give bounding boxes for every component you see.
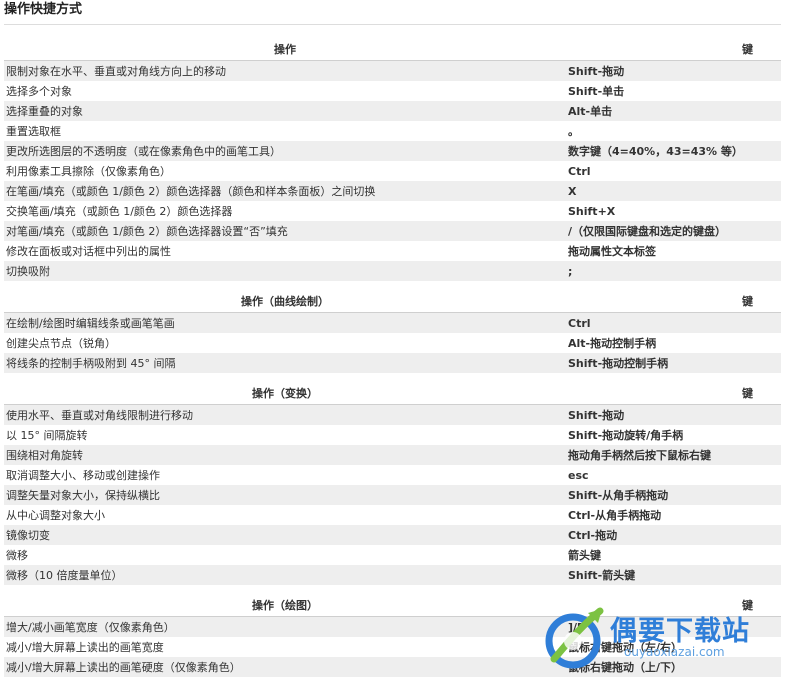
action-cell: 重置选取框 xyxy=(6,125,61,138)
column-header-action: 操作 xyxy=(274,43,296,56)
action-cell: 在绘制/绘图时编辑线条或画笔笔画 xyxy=(6,317,175,330)
key-cell: /（仅限国际键盘和选定的键盘） xyxy=(568,225,727,238)
action-cell: 切换吸附 xyxy=(6,265,50,278)
column-header-key: 键 xyxy=(742,295,753,308)
table-row: 选择重叠的对象 Alt-单击 xyxy=(4,101,781,121)
column-header-action: 操作（绘图） xyxy=(252,599,318,612)
table-row: 切换吸附; xyxy=(4,261,781,281)
action-cell: 调整矢量对象大小，保持纵横比 xyxy=(6,489,160,502)
key-cell: Alt-拖动控制手柄 xyxy=(568,337,657,350)
key-cell: 数字键（4=40%，43=43% 等） xyxy=(568,145,743,158)
action-cell: 以 15° 间隔旋转 xyxy=(6,429,88,442)
page-title: 操作快捷方式 xyxy=(4,2,83,17)
table-row: 重置选取框 。 xyxy=(4,121,781,141)
key-cell: Shift-拖动控制手柄 xyxy=(568,357,669,370)
key-cell: Ctrl-拖动 xyxy=(568,529,618,542)
watermark-url: ouyaoxiazai.com xyxy=(624,645,725,659)
action-cell: 将线条的控制手柄吸附到 45° 间隔 xyxy=(6,357,176,370)
table-row: 微移（10 倍度量单位） Shift-箭头键 xyxy=(4,565,781,585)
table-row: 从中心调整对象大小 Ctrl-从角手柄拖动 xyxy=(4,505,781,525)
watermark: 偶要下载站 ouyaoxiazai.com xyxy=(540,605,785,671)
table-header: 操作 键 xyxy=(4,38,781,61)
key-cell: Ctrl-从角手柄拖动 xyxy=(568,509,662,522)
action-cell: 围绕相对角旋转 xyxy=(6,449,83,462)
action-cell: 微移（10 倍度量单位） xyxy=(6,569,123,582)
table-row: 利用像素工具擦除（仅像素角色） Ctrl xyxy=(4,161,781,181)
key-cell: Shift-箭头键 xyxy=(568,569,636,582)
table-row: 以 15° 间隔旋转 Shift-拖动旋转/角手柄 xyxy=(4,425,781,445)
column-header-key: 键 xyxy=(742,43,753,56)
table-row: 限制对象在水平、垂直或对角线方向上的移动 Shift-拖动 xyxy=(4,61,781,81)
key-cell: Shift-从角手柄拖动 xyxy=(568,489,669,502)
table-row: 在笔画/填充（或颜色 1/颜色 2）颜色选择器（颜色和样本条面板）之间切换 X xyxy=(4,181,781,201)
column-header-action: 操作（变换） xyxy=(252,387,318,400)
watermark-name: 偶要下载站 xyxy=(610,616,750,647)
title-divider xyxy=(4,24,781,25)
table-row: 修改在面板或对话框中列出的属性 拖动属性文本标签 xyxy=(4,241,781,261)
action-cell: 增大/减小画笔宽度（仅像素角色） xyxy=(6,621,175,634)
action-cell: 微移 xyxy=(6,549,28,562)
table-row: 交换笔画/填充（或颜色 1/颜色 2）颜色选择器 Shift+X xyxy=(4,201,781,221)
action-cell: 从中心调整对象大小 xyxy=(6,509,105,522)
key-cell: 。 xyxy=(568,125,579,138)
action-cell: 减小/增大屏幕上读出的画笔硬度（仅像素角色） xyxy=(6,661,241,674)
key-cell: esc xyxy=(568,468,589,482)
table-row: 围绕相对角旋转 拖动角手柄然后按下鼠标右键 xyxy=(4,445,781,465)
table-row: 调整矢量对象大小，保持纵横比 Shift-从角手柄拖动 xyxy=(4,485,781,505)
shortcut-tables: 操作键限制对象在水平、垂直或对角线方向上的移动 Shift-拖动 选择多个对象 Shi… xyxy=(4,38,781,677)
key-cell: 箭头键 xyxy=(568,549,601,562)
action-cell: 选择重叠的对象 xyxy=(6,105,83,118)
table-row: 对笔画/填充（或颜色 1/颜色 2）颜色选择器设置“否”填充 /（仅限国际键盘和选… xyxy=(4,221,781,241)
action-cell: 减小/增大屏幕上读出的画笔宽度 xyxy=(6,641,164,654)
action-cell: 限制对象在水平、垂直或对角线方向上的移动 xyxy=(6,65,226,78)
key-cell: Shift-拖动 xyxy=(568,409,625,422)
key-cell: ; xyxy=(568,264,573,278)
table-row: 微移 箭头键 xyxy=(4,545,781,565)
table-row: 将线条的控制手柄吸附到 45° 间隔 Shift-拖动控制手柄 xyxy=(4,353,781,373)
table-row: 镜像切变 Ctrl-拖动 xyxy=(4,525,781,545)
column-header-action: 操作（曲线绘制） xyxy=(241,295,329,308)
shortcut-section: 操作 键限制对象在水平、垂直或对角线方向上的移动 Shift-拖动选择多个对象 Shi… xyxy=(4,38,781,281)
table-row: 在绘制/绘图时编辑线条或画笔笔画 Ctrl xyxy=(4,313,781,333)
key-cell: Shift-单击 xyxy=(568,85,625,98)
key-cell: Shift+X xyxy=(568,204,616,218)
action-cell: 创建尖点节点（锐角） xyxy=(6,337,116,350)
key-cell: 拖动属性文本标签 xyxy=(568,245,656,258)
action-cell: 修改在面板或对话框中列出的属性 xyxy=(6,245,171,258)
action-cell: 更改所选图层的不透明度（或在像素角色中的画笔工具） xyxy=(6,145,281,158)
column-header-key: 键 xyxy=(742,387,753,400)
table-row: 取消调整大小、移动或创建操作 esc xyxy=(4,465,781,485)
key-cell: 拖动角手柄然后按下鼠标右键 xyxy=(568,449,711,462)
key-cell: Shift-拖动 xyxy=(568,65,625,78)
table-row: 创建尖点节点（锐角） Alt-拖动控制手柄 xyxy=(4,333,781,353)
table-header: 操作（曲线绘制） 键 xyxy=(4,290,781,313)
action-cell: 在笔画/填充（或颜色 1/颜色 2）颜色选择器（颜色和样本条面板）之间切换 xyxy=(6,185,376,198)
key-cell: X xyxy=(568,184,577,198)
action-cell: 选择多个对象 xyxy=(6,85,72,98)
table-row: 使用水平、垂直或对角线限制进行移动 Shift-拖动 xyxy=(4,405,781,425)
action-cell: 利用像素工具擦除（仅像素角色） xyxy=(6,165,171,178)
table-row: 更改所选图层的不透明度（或在像素角色中的画笔工具） 数字键（4=40%，43=43… xyxy=(4,141,781,161)
action-cell: 镜像切变 xyxy=(6,529,50,542)
action-cell: 对笔画/填充（或颜色 1/颜色 2）颜色选择器设置“否”填充 xyxy=(6,225,288,238)
key-cell: Alt-单击 xyxy=(568,105,613,118)
key-cell: Ctrl xyxy=(568,164,591,178)
shortcut-section: 操作（变换） 键使用水平、垂直或对角线限制进行移动 Shift-拖动以 15° 间隔… xyxy=(4,382,781,585)
key-cell: Ctrl xyxy=(568,316,591,330)
table-row: 选择多个对象 Shift-单击 xyxy=(4,81,781,101)
key-cell: Shift-拖动旋转/角手柄 xyxy=(568,429,684,442)
table-header: 操作（变换） 键 xyxy=(4,382,781,405)
action-cell: 使用水平、垂直或对角线限制进行移动 xyxy=(6,409,193,422)
shortcut-section: 操作（曲线绘制） 键在绘制/绘图时编辑线条或画笔笔画 Ctrl 创建尖点节点（锐角） A… xyxy=(4,290,781,373)
site-logo-icon xyxy=(545,607,604,669)
action-cell: 交换笔画/填充（或颜色 1/颜色 2）颜色选择器 xyxy=(6,205,233,218)
action-cell: 取消调整大小、移动或创建操作 xyxy=(6,469,160,482)
